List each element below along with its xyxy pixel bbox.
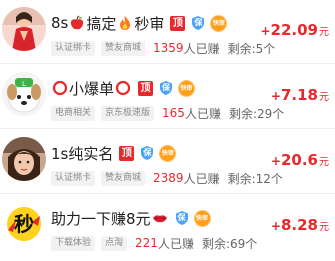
price-amount: 20.6	[280, 151, 318, 169]
category-tag: 电商相关	[51, 105, 96, 121]
lips-icon	[152, 210, 168, 226]
price-amount: 7.18	[280, 86, 318, 104]
price-unit: 元	[319, 157, 329, 168]
earned-count: 165	[162, 106, 185, 120]
shield-icon: 保	[158, 80, 174, 96]
remaining-count: 剩余:29个	[228, 106, 285, 121]
task-title: 小爆单 顶 保 快审	[51, 77, 196, 99]
title-text: 助力一下赚8元	[51, 209, 151, 228]
price-sign: +	[270, 89, 281, 103]
earned-suffix: 人已赚	[183, 171, 220, 186]
shield-label: 保	[194, 18, 203, 27]
title-text: 秒审	[134, 14, 165, 33]
earned-suffix: 人已赚	[184, 106, 221, 121]
earned-count: 2389	[153, 171, 184, 185]
miao-character-avatar: 秒	[2, 202, 46, 246]
platform-tag: 赞友商城	[101, 170, 146, 186]
task-row[interactable]: 8s 搞定 秒审 顶 保 快审 认证绑卡 赞友商城 1359 人已赚 剩余:5个…	[0, 0, 335, 64]
platform-tag: 赞友商城	[101, 40, 146, 56]
remaining-count: 剩余:5个	[227, 41, 276, 56]
price-sign: +	[260, 24, 271, 38]
price-amount: 8.28	[280, 216, 318, 234]
task-meta: 认证绑卡 赞友商城 2389 人已赚 剩余:12个	[51, 170, 283, 186]
shield-icon: 保	[174, 210, 190, 226]
shield-icon: 保	[139, 145, 155, 161]
title-text: 1s纯实名	[51, 144, 114, 163]
task-row[interactable]: 1s纯实名 顶 保 快审 认证绑卡 赞友商城 2389 人已赚 剩余:12个 +…	[0, 130, 335, 194]
task-list: 8s 搞定 秒审 顶 保 快审 认证绑卡 赞友商城 1359 人已赚 剩余:5个…	[0, 0, 335, 261]
title-text: 小爆单	[69, 79, 115, 98]
title-text: 8s	[51, 14, 69, 32]
apple-icon	[69, 15, 85, 31]
price-unit: 元	[319, 92, 329, 103]
remaining-count: 剩余:69个	[201, 236, 258, 251]
task-title: 8s 搞定 秒审 顶 保 快审	[51, 12, 228, 34]
earned-suffix: 人已赚	[183, 41, 220, 56]
shield-label: 保	[162, 83, 171, 92]
reward-price: + 22.09 元	[260, 21, 329, 39]
reward-price: + 7.18 元	[271, 86, 329, 104]
remaining-count: 剩余:12个	[227, 171, 283, 186]
top-badge: 顶	[138, 80, 154, 96]
dog-cartoon-avatar: L	[2, 72, 46, 116]
fast-review-badge: 快审	[178, 79, 196, 97]
woman-red-dress-avatar	[2, 7, 46, 51]
red-circle-icon	[115, 80, 131, 96]
fast-review-badge: 快审	[210, 14, 228, 32]
top-badge: 顶	[119, 145, 135, 161]
fast-review-badge: 快审	[159, 144, 177, 162]
avatar-glyph: 秒	[14, 212, 34, 236]
platform-tag: 京东极速版	[101, 105, 155, 121]
task-row[interactable]: 秒 助力一下赚8元 保 快审 下载体验 点淘 221 人已赚 剩余:69个 + …	[0, 195, 335, 259]
category-tag: 认证绑卡	[51, 170, 96, 186]
shield-icon: 保	[190, 15, 206, 31]
price-unit: 元	[319, 27, 329, 38]
price-sign: +	[270, 219, 281, 233]
top-badge: 顶	[170, 15, 186, 31]
earned-count: 1359	[153, 41, 184, 55]
price-amount: 22.09	[270, 21, 318, 39]
earned-suffix: 人已赚	[157, 236, 194, 251]
title-text: 搞定	[86, 14, 117, 33]
task-meta: 下载体验 点淘 221 人已赚 剩余:69个	[51, 235, 257, 251]
shield-label: 保	[177, 213, 186, 222]
price-sign: +	[270, 154, 281, 168]
price-unit: 元	[319, 222, 329, 233]
task-meta: 电商相关 京东极速版 165 人已赚 剩余:29个	[51, 105, 284, 121]
task-meta: 认证绑卡 赞友商城 1359 人已赚 剩余:5个	[51, 40, 275, 56]
platform-tag: 点淘	[101, 235, 128, 251]
reward-price: + 20.6 元	[271, 151, 329, 169]
task-title: 1s纯实名 顶 保 快审	[51, 142, 177, 164]
category-tag: 认证绑卡	[51, 40, 96, 56]
earned-count: 221	[135, 236, 158, 250]
task-row[interactable]: L 小爆单 顶 保 快审 电商相关 京东极速版 165 人已赚 剩余:29个 +…	[0, 65, 335, 129]
task-title: 助力一下赚8元 保 快审	[51, 207, 211, 229]
reward-price: + 8.28 元	[271, 216, 329, 234]
girl-photo-avatar	[2, 137, 46, 181]
category-tag: 下载体验	[51, 235, 96, 251]
svg-text:L: L	[22, 80, 26, 88]
fire-icon	[117, 15, 133, 31]
red-circle-icon	[52, 80, 68, 96]
fast-review-badge: 快审	[193, 209, 211, 227]
shield-label: 保	[143, 148, 152, 157]
